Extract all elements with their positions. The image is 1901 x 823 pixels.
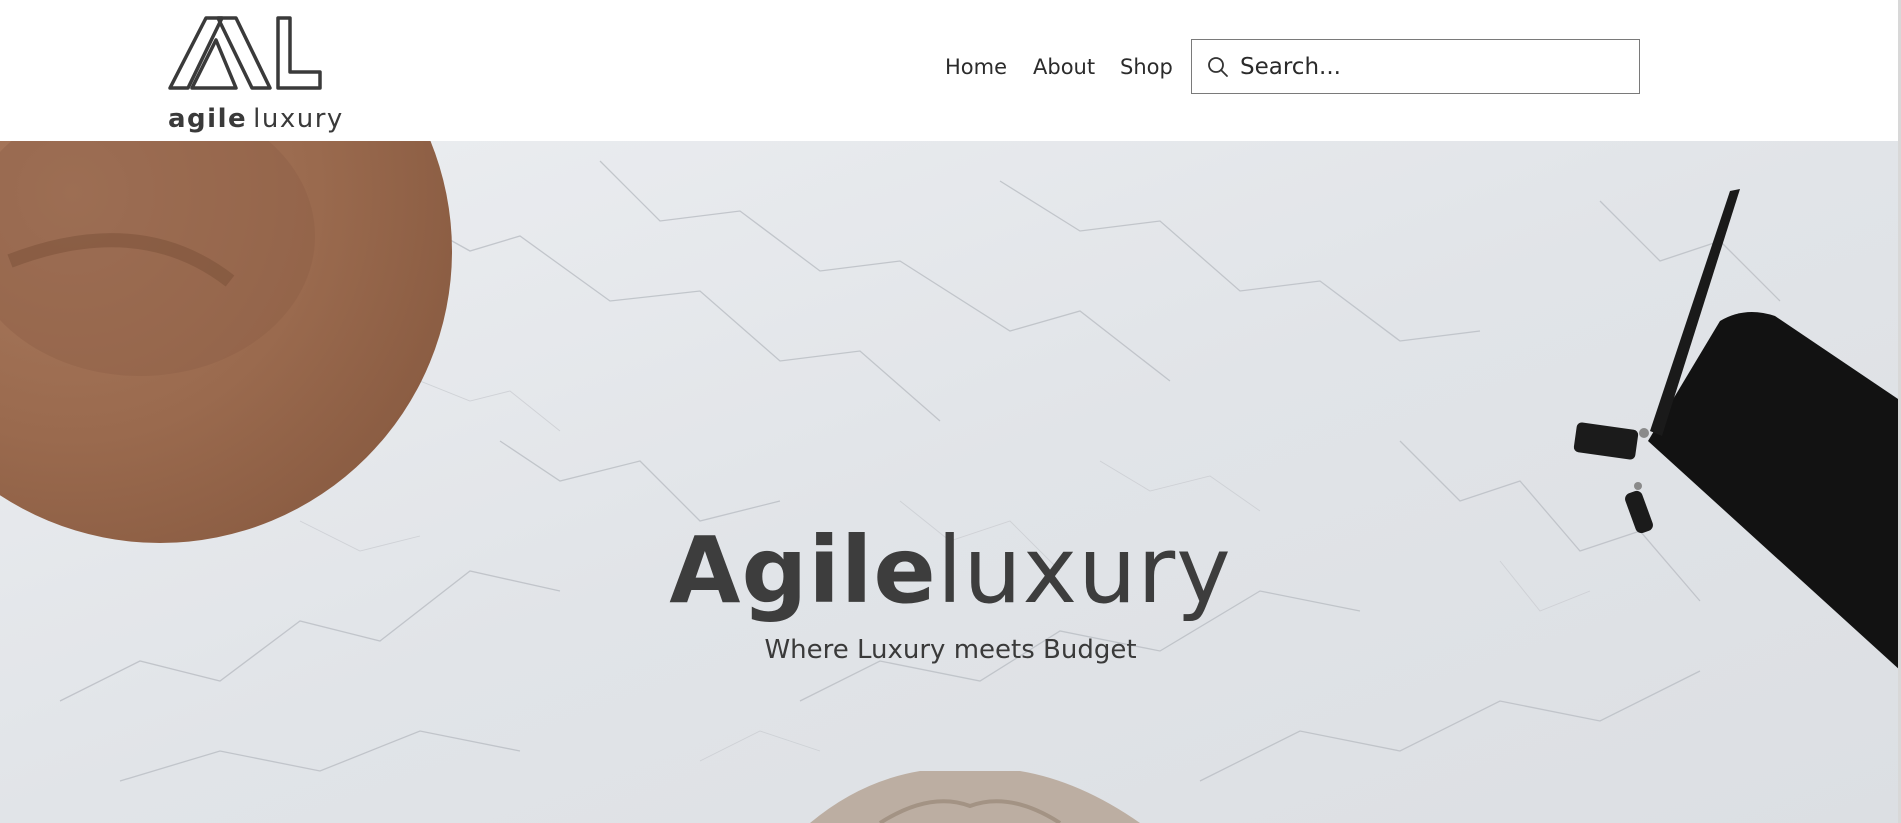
hero-title-bold: Agile <box>669 517 937 624</box>
search-input[interactable] <box>1240 48 1625 86</box>
logo-text-bold: agile <box>168 104 248 134</box>
marble-flatlay-image <box>0 141 1901 823</box>
nav-item-shop[interactable]: Shop <box>1120 54 1173 80</box>
logo-wordmark: agile luxury <box>168 106 344 132</box>
hero-banner: Agileluxury Where Luxury meets Budget <box>0 141 1901 823</box>
hero-title: Agileluxury <box>0 525 1901 617</box>
site-header: agile luxury Home About Shop <box>0 0 1901 142</box>
hero-title-light: luxury <box>936 517 1232 624</box>
nav-item-about[interactable]: About <box>1033 54 1095 80</box>
search-icon[interactable] <box>1206 55 1230 79</box>
nav-item-home[interactable]: Home <box>945 54 1007 80</box>
logo-text-light: luxury <box>253 104 344 134</box>
hero-subtitle: Where Luxury meets Budget <box>764 635 1137 665</box>
search-box[interactable] <box>1191 39 1640 94</box>
